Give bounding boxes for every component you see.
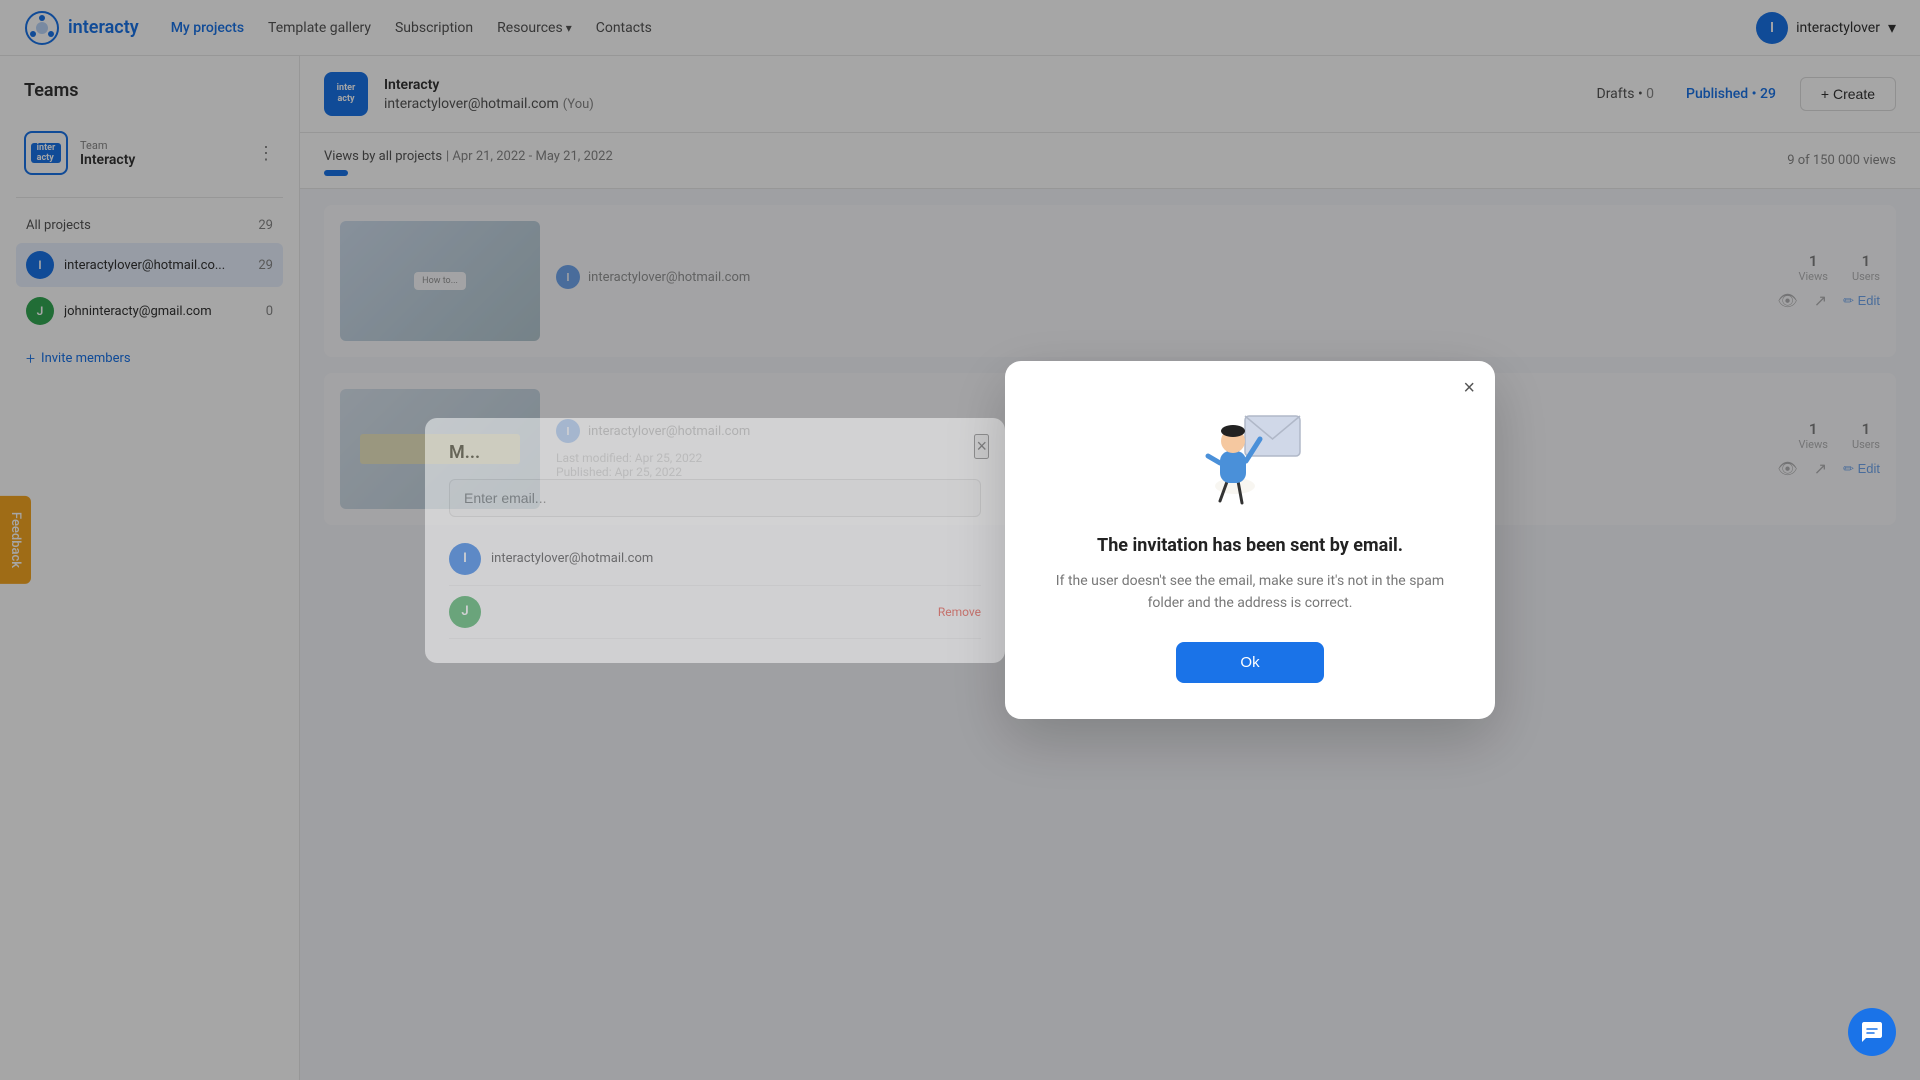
bg-modal-member-0: I interactylover@hotmail.com [449, 533, 981, 586]
dialog-close-btn[interactable]: × [1463, 377, 1475, 400]
main-dialog: × T [1005, 361, 1495, 720]
dialog-illustration [1190, 401, 1310, 511]
member-avatar-modal-0: I [449, 543, 481, 575]
chat-button[interactable] [1848, 1008, 1896, 1056]
member-avatar-modal-1: J [449, 596, 481, 628]
dialog-ok-btn[interactable]: Ok [1176, 642, 1323, 683]
bg-modal: M... × I interactylover@hotmail.com J Re… [425, 418, 1005, 663]
chat-icon [1860, 1020, 1884, 1044]
dialog-subtitle: If the user doesn't see the email, make … [1053, 570, 1447, 615]
member-email-0: interactylover@hotmail.com [491, 551, 981, 566]
member-remove-btn-1[interactable]: Remove [938, 605, 981, 619]
bg-modal-title: M... [449, 442, 981, 463]
bg-modal-input[interactable] [449, 479, 981, 517]
bg-modal-member-1: J Remove [449, 586, 981, 639]
overlay: M... × I interactylover@hotmail.com J Re… [0, 0, 1920, 1080]
dialog-title: The invitation has been sent by email. [1053, 535, 1447, 556]
bg-modal-close-btn[interactable]: × [974, 434, 989, 459]
